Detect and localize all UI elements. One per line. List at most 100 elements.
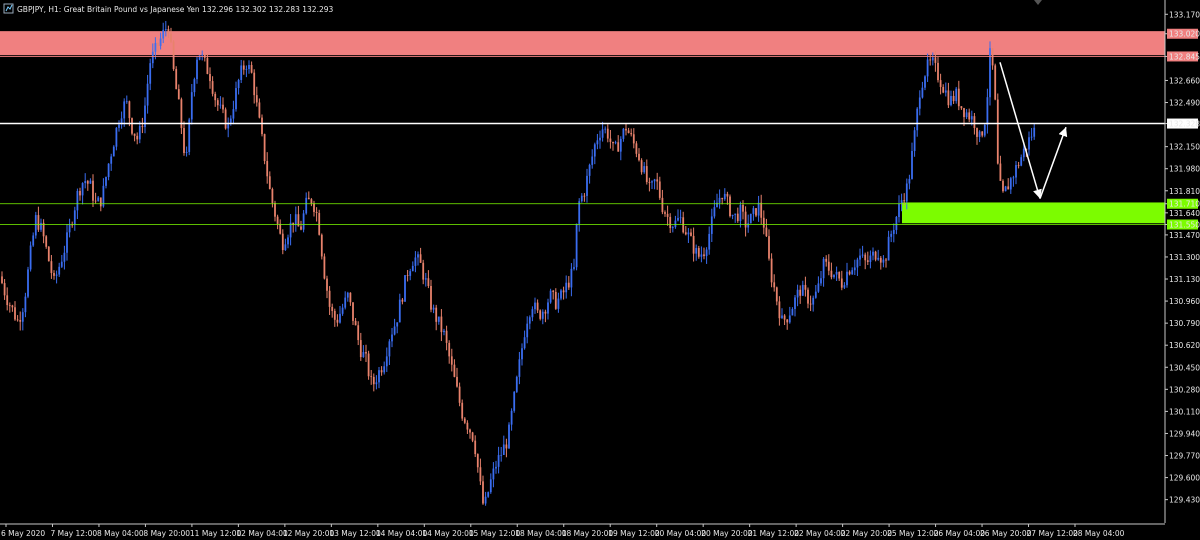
- y-tick-label: 130.110: [1169, 407, 1200, 416]
- candle-body: [778, 301, 781, 319]
- x-tick-label: 20 May 04:00: [655, 529, 707, 538]
- candle-body: [531, 309, 534, 318]
- candle-body: [214, 93, 217, 101]
- candle-body: [812, 297, 815, 305]
- candle-body: [27, 269, 29, 297]
- candle-body: [401, 299, 404, 302]
- candle-body: [523, 337, 526, 349]
- candle-body: [367, 353, 370, 377]
- candle-body: [34, 215, 37, 236]
- candle-body: [53, 273, 55, 276]
- candle-body: [983, 124, 986, 136]
- candle-body: [645, 166, 648, 183]
- candle-body: [588, 164, 591, 176]
- candle-body: [437, 316, 440, 322]
- candle-body: [547, 302, 549, 314]
- candle-body: [591, 156, 594, 165]
- candle-body: [164, 28, 167, 30]
- candle-body: [505, 444, 508, 449]
- candle-body: [929, 59, 932, 61]
- candle-body: [37, 215, 40, 230]
- candle-body: [838, 271, 841, 279]
- candle-body: [474, 440, 477, 455]
- candle-body: [513, 391, 516, 411]
- candle-body: [190, 92, 193, 120]
- candle-body: [955, 88, 958, 102]
- candle-body: [583, 195, 586, 197]
- candle-body: [981, 131, 984, 136]
- candle-body: [942, 86, 945, 93]
- candle-body: [508, 424, 510, 449]
- shift-marker-icon[interactable]: [1034, 0, 1042, 5]
- candle-body: [328, 290, 331, 307]
- candle-body: [209, 73, 211, 82]
- time-axis[interactable]: 6 May 2020 7 May 12:00 8 May 04:00 8 May 20…: [0, 523, 1165, 538]
- candle-body: [32, 235, 35, 246]
- candle-body: [16, 319, 19, 321]
- candle-body: [690, 232, 692, 236]
- candle-body: [385, 356, 388, 367]
- price-axis[interactable]: 133.170 133.020 132.845 132.660 132.490 132.3…: [1164, 0, 1200, 523]
- candle-body: [185, 151, 188, 153]
- candle-body: [695, 248, 698, 254]
- candle-body: [255, 95, 258, 103]
- candle-body: [216, 100, 219, 106]
- candle-body: [1009, 178, 1012, 190]
- y-tick-label: 129.940: [1169, 429, 1200, 438]
- candle-body: [723, 193, 726, 200]
- candle-body: [443, 330, 445, 333]
- candle-body: [617, 142, 620, 152]
- candle-body: [479, 467, 482, 482]
- candle-body: [310, 199, 313, 204]
- candle-body: [999, 163, 1002, 181]
- candle-body: [284, 244, 287, 251]
- candle-body: [840, 278, 843, 288]
- candle-body: [713, 207, 716, 217]
- candle-body: [573, 267, 575, 269]
- support-zone[interactable]: [902, 202, 1165, 224]
- candle-body: [638, 153, 640, 161]
- candle-body: [45, 236, 48, 247]
- candle-body: [1015, 165, 1017, 178]
- candle-body: [1020, 157, 1023, 166]
- y-tick-label: 130.620: [1169, 341, 1200, 350]
- candle-body: [874, 251, 877, 260]
- candle-body: [261, 117, 263, 135]
- candle-body: [593, 144, 596, 157]
- candle-body: [417, 254, 419, 258]
- candle-body: [222, 104, 224, 110]
- chart-canvas[interactable]: 133.170 133.020 132.845 132.660 132.490 132.3…: [0, 0, 1200, 540]
- candle-body: [398, 299, 401, 323]
- candle-body: [627, 130, 630, 133]
- candle-body: [365, 352, 367, 354]
- candle-body: [752, 208, 755, 214]
- candle-body: [435, 307, 438, 322]
- candle-body: [851, 270, 854, 275]
- candle-body: [692, 235, 695, 254]
- candle-body: [664, 212, 666, 214]
- candle-body: [622, 128, 625, 139]
- y-tick-label: 129.600: [1169, 474, 1200, 483]
- candle-body: [136, 135, 139, 140]
- candle-body: [648, 182, 651, 183]
- candle-body: [755, 208, 757, 216]
- candle-body: [196, 59, 198, 80]
- candle-body: [1012, 177, 1015, 179]
- candle-body: [336, 319, 339, 323]
- candle-body: [419, 254, 422, 263]
- candle-body: [331, 306, 334, 311]
- candle-body: [55, 274, 58, 276]
- trend-arrow[interactable]: [1039, 126, 1068, 199]
- y-tick-label: 131.300: [1169, 253, 1200, 262]
- candle-body: [84, 181, 87, 184]
- candle-body: [183, 128, 185, 153]
- candle-body: [937, 62, 939, 81]
- candle-body: [393, 326, 396, 335]
- candle-body: [825, 258, 828, 262]
- candle-body: [240, 65, 243, 80]
- candle-body: [167, 28, 170, 34]
- candle-body: [484, 496, 487, 504]
- candle-body: [99, 197, 102, 207]
- candle-body: [700, 254, 703, 257]
- x-tick-label: 7 May 12:00: [50, 529, 97, 538]
